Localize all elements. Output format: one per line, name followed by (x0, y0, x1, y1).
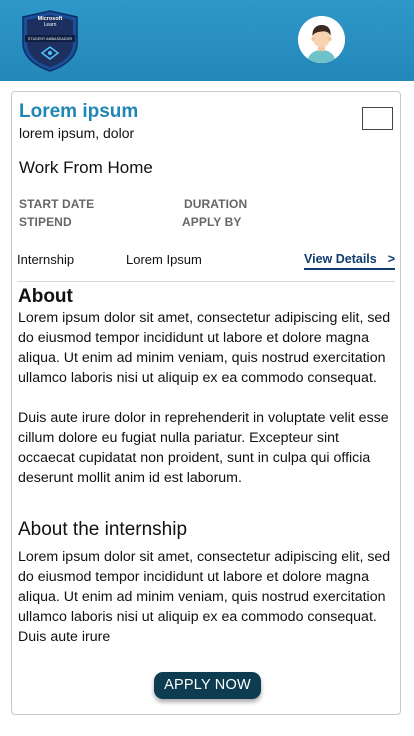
about-paragraph-2: Duis aute irure dolor in reprehenderit i… (18, 410, 389, 486)
company-name: lorem ipsum, dolor (19, 125, 135, 141)
divider (17, 281, 395, 282)
stipend-label: STIPEND (19, 215, 72, 229)
about-heading: About (18, 286, 73, 307)
view-details-link[interactable]: View Details > (304, 251, 395, 270)
logo-text-ambassador: STUDENT AMBASSADOR (27, 37, 73, 41)
chevron-right-icon: > (387, 252, 395, 266)
user-avatar[interactable] (298, 16, 345, 63)
job-type: Internship (17, 252, 75, 267)
user-avatar-icon (298, 16, 345, 63)
company-logo-placeholder (362, 107, 393, 130)
about-internship-heading: About the internship (18, 519, 188, 540)
apply-now-button[interactable]: APPLY NOW (154, 672, 261, 699)
about-internship-paragraph: Lorem ipsum dolor sit amet, consectetur … (18, 549, 391, 645)
view-details-label: View Details (304, 252, 377, 266)
job-type-value: Lorem Ipsum (126, 252, 202, 267)
duration-label: DURATION (184, 197, 248, 211)
apply-by-label: APPLY BY (182, 215, 242, 229)
student-ambassador-logo[interactable]: Microsoft Learn STUDENT AMBASSADOR (19, 9, 81, 73)
logo-text-learn: Learn (43, 22, 57, 28)
start-date-label: START DATE (19, 197, 95, 211)
job-title: Lorem ipsum (19, 101, 139, 122)
job-location: Work From Home (19, 158, 153, 177)
app-header: Microsoft Learn STUDENT AMBASSADOR (0, 0, 414, 81)
about-paragraph-1: Lorem ipsum dolor sit amet, consectetur … (18, 310, 391, 386)
